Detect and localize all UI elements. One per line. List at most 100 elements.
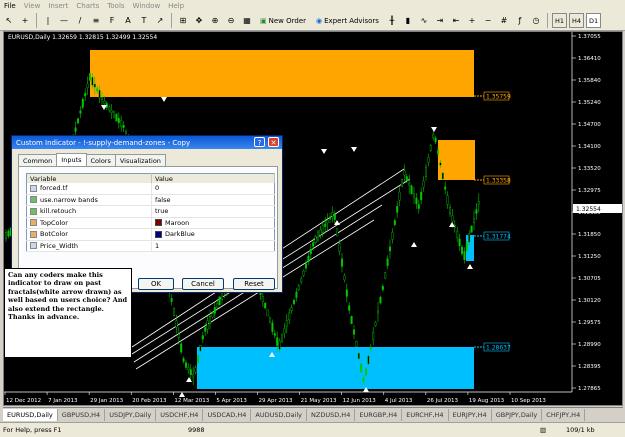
candle-body — [475, 209, 478, 214]
menu-item-help[interactable]: Help — [164, 2, 188, 10]
expert-advisors-button[interactable]: ◉ Expert Advisors — [312, 13, 383, 28]
menu-item-charts[interactable]: Charts — [72, 2, 103, 10]
candle-body — [122, 125, 125, 128]
table-row[interactable]: use.narrow bands false — [26, 194, 275, 206]
chart-candles-icon[interactable]: ▮ — [401, 13, 415, 28]
table-row[interactable]: forced.tf 0 — [26, 183, 275, 195]
candle-body — [444, 186, 447, 190]
candle-body — [473, 218, 476, 223]
menu-item-view[interactable]: View — [20, 2, 45, 10]
variable-value[interactable]: false — [155, 196, 170, 204]
numeric-param-icon — [30, 242, 37, 250]
zoom-out-small-icon[interactable]: − — [481, 13, 495, 28]
fractal-arrow — [467, 264, 473, 269]
chart-tab[interactable]: NZDUSD,H4 — [307, 409, 356, 421]
table-row[interactable]: BotColor DarkBlue — [26, 228, 275, 241]
table-row[interactable]: kill.retouch true — [26, 205, 275, 218]
chart-tab[interactable]: USDCHF,H4 — [156, 409, 204, 421]
vertical-line-icon[interactable]: | — [41, 13, 55, 28]
candle-body — [196, 355, 199, 363]
candle-body — [273, 333, 276, 336]
ok-button[interactable]: OK — [138, 278, 174, 290]
move-icon[interactable]: ✥ — [192, 13, 206, 28]
chart-tab[interactable]: AUDUSD,Daily — [251, 409, 308, 421]
chart-tab[interactable]: USDJPY,Daily — [105, 409, 157, 421]
autoscroll-icon[interactable]: ⇥ — [433, 13, 447, 28]
zone-label-1: 1.35759 — [486, 94, 511, 101]
candle-body — [456, 230, 459, 238]
candle-body — [288, 312, 291, 321]
variable-value[interactable]: Maroon — [165, 219, 189, 227]
chart-tab[interactable]: EURUSD,Daily — [3, 409, 58, 421]
column-header-variable[interactable]: Variable — [26, 173, 152, 183]
supply-zone-upper — [90, 50, 474, 97]
candle-body — [429, 145, 432, 151]
cancel-button[interactable]: Cancel — [182, 278, 224, 290]
horizontal-line-icon[interactable]: — — [57, 13, 71, 28]
chart-tab[interactable]: GBPJPY,Daily — [492, 409, 543, 421]
menu-item-file[interactable]: File — [0, 2, 20, 10]
new-order-button[interactable]: ▣ New Order — [256, 13, 310, 28]
chart-tab[interactable]: USDCAD,H4 — [203, 409, 252, 421]
pointer-icon[interactable]: ↖ — [2, 13, 16, 28]
candle-body — [199, 345, 202, 352]
zoom-in-small-icon[interactable]: + — [465, 13, 479, 28]
grid-icon[interactable]: # — [497, 13, 511, 28]
indicators-icon[interactable]: ƒ — [513, 13, 527, 28]
price-tick-label: 1.32975 — [578, 188, 601, 194]
candle-body — [314, 236, 317, 243]
chart-tab[interactable]: EURGBP,H4 — [355, 409, 403, 421]
variable-value[interactable]: DarkBlue — [165, 230, 195, 238]
variable-value[interactable]: 1 — [155, 242, 159, 250]
chart-tab[interactable]: EURCHF,H4 — [402, 409, 449, 421]
close-button[interactable]: ✕ — [268, 137, 279, 147]
inputs-table: Variable Value forced.tf 0 use.narrow ba… — [26, 173, 275, 252]
chart-bars-icon[interactable]: ╫ — [385, 13, 399, 28]
candle-body — [264, 302, 267, 309]
text-icon[interactable]: A — [121, 13, 135, 28]
chart-tab[interactable]: GBPUSD,H4 — [58, 409, 106, 421]
candle-body — [384, 272, 387, 279]
variable-value[interactable]: true — [155, 207, 168, 215]
chart-tab[interactable]: EURJPY,H4 — [449, 409, 492, 421]
crosshair-icon[interactable]: + — [18, 13, 32, 28]
trendline-icon[interactable]: / — [73, 13, 87, 28]
tile-icon[interactable]: ▦ — [240, 13, 254, 28]
candle-body — [398, 191, 401, 201]
candle-body — [362, 377, 365, 383]
table-row[interactable]: Price_Width 1 — [26, 240, 275, 252]
variable-value[interactable]: 0 — [155, 184, 159, 192]
period-icon[interactable]: ◷ — [529, 13, 543, 28]
candle-body — [355, 341, 358, 347]
menu-item-insert[interactable]: Insert — [44, 2, 72, 10]
label-icon[interactable]: T — [137, 13, 151, 28]
symbol-title: EURUSD,Daily 1.32659 1.32815 1.32499 1.3… — [8, 34, 158, 41]
tab-inputs[interactable]: Inputs — [56, 153, 87, 167]
chart-tab[interactable]: CHFJPY,H4 — [542, 409, 586, 421]
timeframe-h1[interactable]: H1 — [551, 13, 567, 28]
column-header-value[interactable]: Value — [151, 173, 275, 183]
candle-body — [365, 368, 368, 376]
candle-body — [317, 231, 320, 241]
arrow-icon[interactable]: ↗ — [153, 13, 167, 28]
new-order-label: New Order — [268, 16, 307, 25]
candle-body — [427, 157, 430, 163]
help-button[interactable]: ? — [254, 137, 265, 147]
channel-icon[interactable]: ≡ — [89, 13, 103, 28]
chart-shift-icon[interactable]: ⇤ — [449, 13, 463, 28]
chart-line-icon[interactable]: ∿ — [417, 13, 431, 28]
candle-body — [293, 299, 296, 305]
menu-item-window[interactable]: Window — [129, 2, 165, 10]
zoom-in-icon[interactable]: ⊕ — [208, 13, 222, 28]
candle-body — [360, 363, 363, 373]
timeframe-h4[interactable]: H4 — [568, 13, 585, 28]
zoom-fit-icon[interactable]: ⊞ — [176, 13, 190, 28]
candle-body — [269, 317, 272, 323]
fibonacci-icon[interactable]: F — [105, 13, 119, 28]
table-row[interactable]: TopColor Maroon — [26, 217, 275, 229]
timeframe-d1[interactable]: D1 — [586, 13, 602, 28]
reset-button[interactable]: Reset — [233, 278, 275, 290]
zoom-out-icon[interactable]: ⊖ — [224, 13, 238, 28]
menu-item-tools[interactable]: Tools — [103, 2, 128, 10]
demand-zone-lower — [197, 347, 474, 389]
